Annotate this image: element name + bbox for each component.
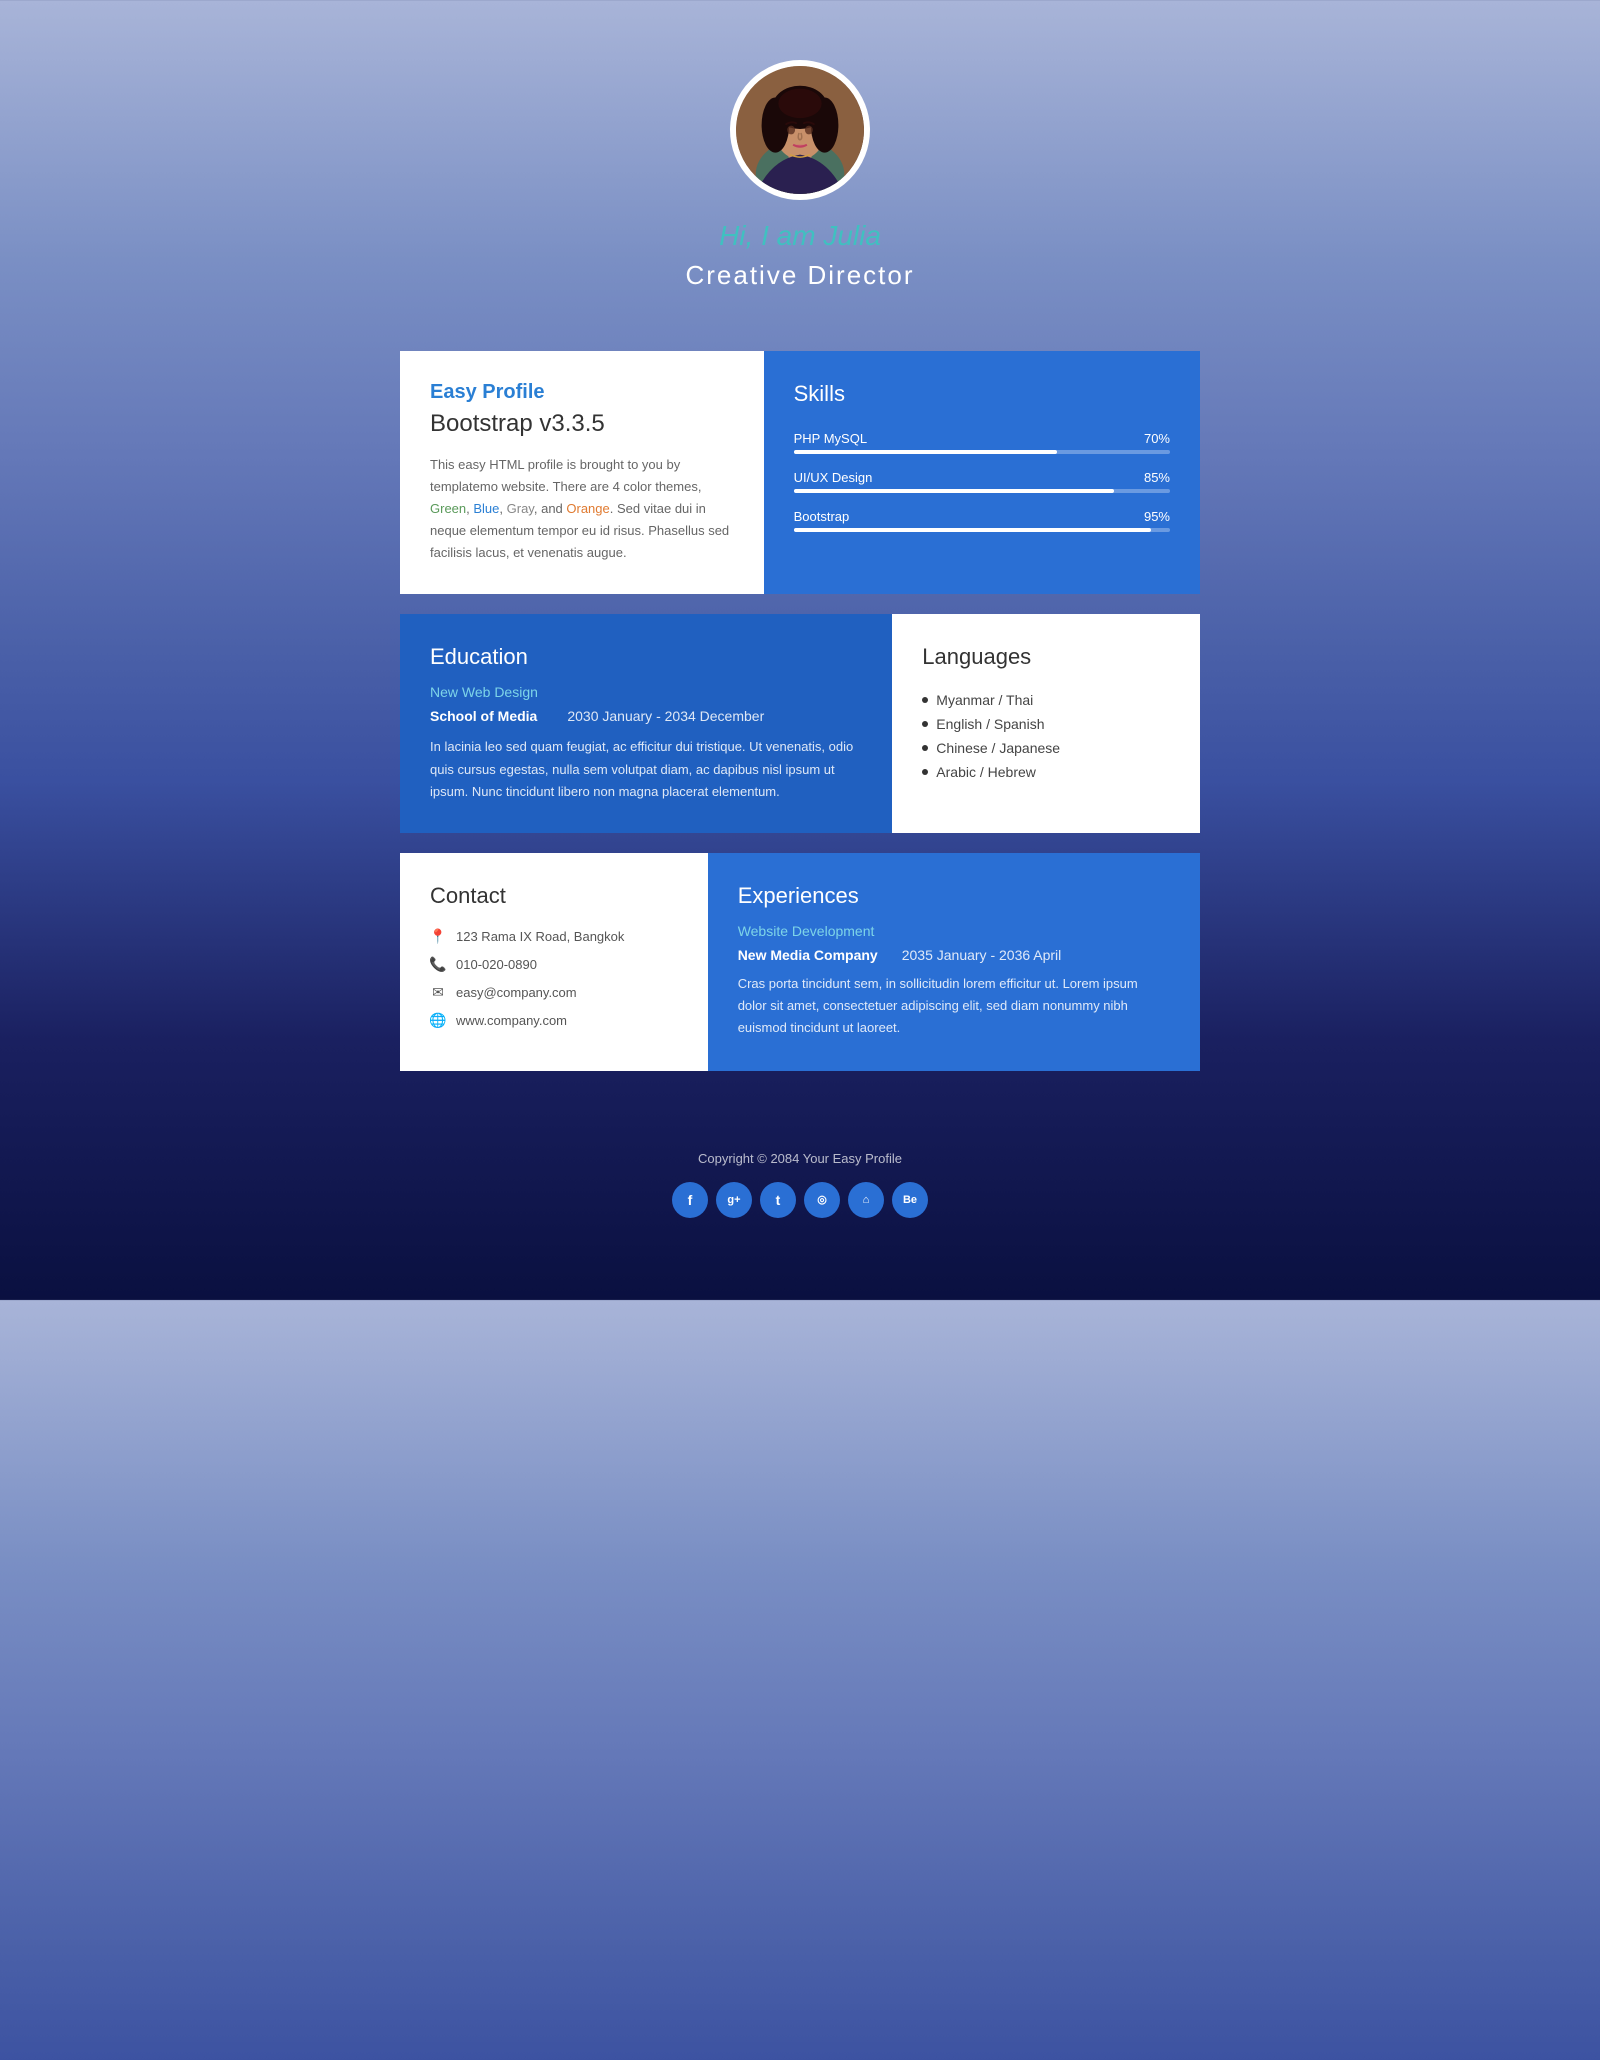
location-icon: 📍 xyxy=(430,929,446,945)
exp-row: New Media Company 2035 January - 2036 Ap… xyxy=(738,947,1170,963)
color-green: Green xyxy=(430,501,466,516)
social-twitter[interactable]: t xyxy=(760,1182,796,1218)
skill-bootstrap-name: Bootstrap xyxy=(794,509,850,524)
exp-dates: 2035 January - 2036 April xyxy=(902,947,1062,963)
languages-title: Languages xyxy=(922,644,1170,670)
row-1: Easy Profile Bootstrap v3.3.5 This easy … xyxy=(400,351,1200,594)
contact-email: ✉ easy@company.com xyxy=(430,985,678,1001)
skill-bootstrap-bar-bg xyxy=(794,528,1170,532)
phone-icon: 📞 xyxy=(430,957,446,973)
social-github[interactable]: ⌂ xyxy=(848,1182,884,1218)
contact-website-text: www.company.com xyxy=(456,1013,567,1028)
skill-bootstrap-percent: 95% xyxy=(1144,509,1170,524)
hero-section: Hi, I am Julia Creative Director xyxy=(320,0,1280,351)
ep-desc1: This easy HTML profile is brought to you… xyxy=(430,457,701,494)
hero-title: Creative Director xyxy=(320,260,1280,291)
contact-website: 🌐 www.company.com xyxy=(430,1013,678,1029)
contact-title: Contact xyxy=(430,883,678,909)
footer-copyright: Copyright © 2084 Your Easy Profile xyxy=(320,1151,1280,1166)
contact-panel: Contact 📍 123 Rama IX Road, Bangkok 📞 01… xyxy=(400,853,708,1071)
education-row: School of Media 2030 January - 2034 Dece… xyxy=(430,708,862,724)
skill-uiux: UI/UX Design 85% xyxy=(794,470,1170,493)
exp-role: Website Development xyxy=(738,923,1170,939)
education-school: School of Media xyxy=(430,708,537,724)
lang-item-1: English / Spanish xyxy=(922,712,1170,736)
social-facebook[interactable]: f xyxy=(672,1182,708,1218)
easy-profile-panel: Easy Profile Bootstrap v3.3.5 This easy … xyxy=(400,351,764,594)
experiences-title: Experiences xyxy=(738,883,1170,909)
skills-panel: Skills PHP MySQL 70% UI/UX Design 85% xyxy=(764,351,1200,594)
skill-bootstrap: Bootstrap 95% xyxy=(794,509,1170,532)
skill-uiux-bar-fill xyxy=(794,489,1114,493)
lang-item-2: Chinese / Japanese xyxy=(922,736,1170,760)
contact-address-text: 123 Rama IX Road, Bangkok xyxy=(456,929,624,944)
social-instagram[interactable]: ◎ xyxy=(804,1182,840,1218)
easy-profile-title: Easy Profile xyxy=(430,381,734,404)
skill-uiux-name: UI/UX Design xyxy=(794,470,873,485)
email-icon: ✉ xyxy=(430,985,446,1001)
languages-list: Myanmar / Thai English / Spanish Chinese… xyxy=(922,688,1170,784)
hero-greeting: Hi, I am Julia xyxy=(320,220,1280,252)
experiences-panel: Experiences Website Development New Medi… xyxy=(708,853,1200,1071)
skill-php-bar-fill xyxy=(794,450,1057,454)
education-desc: In lacinia leo sed quam feugiat, ac effi… xyxy=(430,736,862,802)
footer: Copyright © 2084 Your Easy Profile f g+ … xyxy=(320,1111,1280,1248)
skill-php-name: PHP MySQL xyxy=(794,431,867,446)
education-title: Education xyxy=(430,644,862,670)
exp-desc: Cras porta tincidunt sem, in sollicitudi… xyxy=(738,973,1170,1039)
color-gray: Gray xyxy=(507,501,534,516)
color-orange: Orange xyxy=(566,501,609,516)
globe-icon: 🌐 xyxy=(430,1013,446,1029)
exp-company: New Media Company xyxy=(738,947,878,963)
education-school-name: New Web Design xyxy=(430,684,862,700)
avatar xyxy=(730,60,870,200)
row-3: Contact 📍 123 Rama IX Road, Bangkok 📞 01… xyxy=(400,853,1200,1071)
easy-profile-text: This easy HTML profile is brought to you… xyxy=(430,454,734,564)
skill-uiux-percent: 85% xyxy=(1144,470,1170,485)
skill-uiux-bar-bg xyxy=(794,489,1170,493)
skill-php: PHP MySQL 70% xyxy=(794,431,1170,454)
sections-container: Easy Profile Bootstrap v3.3.5 This easy … xyxy=(320,351,1280,1111)
education-dates: 2030 January - 2034 December xyxy=(567,708,764,724)
easy-profile-subtitle: Bootstrap v3.3.5 xyxy=(430,410,734,438)
lang-item-3: Arabic / Hebrew xyxy=(922,760,1170,784)
skill-php-bar-bg xyxy=(794,450,1170,454)
row-2: Education New Web Design School of Media… xyxy=(400,614,1200,832)
contact-phone-text: 010-020-0890 xyxy=(456,957,537,972)
contact-address: 📍 123 Rama IX Road, Bangkok xyxy=(430,929,678,945)
lang-item-0: Myanmar / Thai xyxy=(922,688,1170,712)
skill-php-percent: 70% xyxy=(1144,431,1170,446)
languages-panel: Languages Myanmar / Thai English / Spani… xyxy=(892,614,1200,832)
skill-bootstrap-bar-fill xyxy=(794,528,1152,532)
contact-email-text: easy@company.com xyxy=(456,985,577,1000)
contact-phone: 📞 010-020-0890 xyxy=(430,957,678,973)
skills-title: Skills xyxy=(794,381,1170,407)
social-links: f g+ t ◎ ⌂ Be xyxy=(320,1182,1280,1218)
social-behance[interactable]: Be xyxy=(892,1182,928,1218)
color-blue: Blue xyxy=(473,501,499,516)
education-panel: Education New Web Design School of Media… xyxy=(400,614,892,832)
social-googleplus[interactable]: g+ xyxy=(716,1182,752,1218)
